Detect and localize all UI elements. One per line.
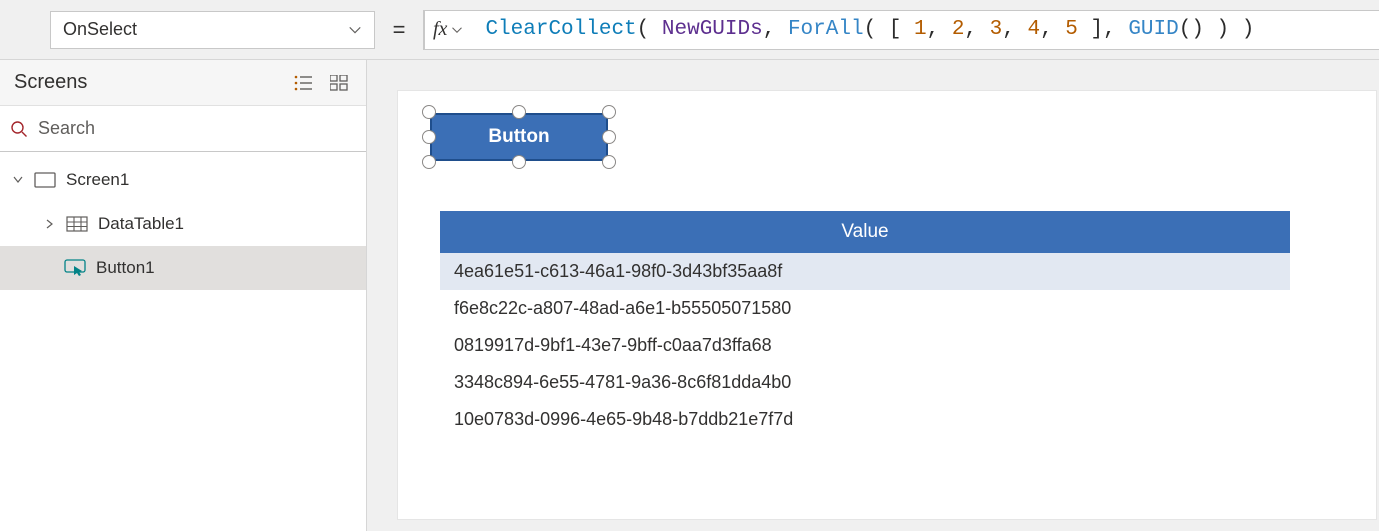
search-input[interactable] — [38, 118, 356, 139]
formula-token: ], — [1078, 18, 1128, 41]
formula-token: , — [1040, 18, 1065, 41]
chevron-down-icon — [451, 24, 463, 36]
resize-handle[interactable] — [602, 105, 616, 119]
tree-item-button1[interactable]: Button1 — [0, 246, 366, 290]
tree-list-view-icon[interactable] — [294, 75, 314, 91]
resize-handle[interactable] — [602, 155, 616, 169]
formula-token: , — [964, 18, 989, 41]
chevron-down-icon — [348, 23, 362, 37]
tree-view-panel: Screens — [0, 60, 367, 531]
resize-handle[interactable] — [602, 130, 616, 144]
formula-token: 3 — [990, 18, 1003, 41]
fx-label: fx — [433, 18, 447, 41]
property-dropdown-label: OnSelect — [63, 19, 137, 40]
table-row[interactable]: 10e0783d-0996-4e65-9b48-b7ddb21e7f7d — [440, 401, 1290, 438]
formula-editor[interactable]: fx ClearCollect( NewGUIDs, ForAll( [ 1, … — [423, 10, 1379, 50]
formula-token: , — [1002, 18, 1027, 41]
canvas-screen[interactable]: Button Value 4ea61e51-c613-46a1-98f0-3d4… — [397, 90, 1377, 520]
fx-button[interactable]: fx — [424, 11, 475, 49]
button-control[interactable]: Button — [430, 113, 608, 161]
button-icon — [64, 259, 86, 277]
formula-token: 5 — [1065, 18, 1078, 41]
formula-token: 4 — [1027, 18, 1040, 41]
equals-label: = — [389, 17, 409, 43]
datatable-icon — [66, 216, 88, 232]
formula-bar: OnSelect = fx ClearCollect( NewGUIDs, Fo… — [0, 0, 1379, 60]
resize-handle[interactable] — [512, 105, 526, 119]
data-table-control[interactable]: Value 4ea61e51-c613-46a1-98f0-3d43bf35aa… — [440, 211, 1290, 438]
tree-item-label: Screen1 — [66, 170, 129, 190]
tree-item-label: Button1 — [96, 258, 155, 278]
tree-view-header: Screens — [0, 60, 366, 106]
table-header[interactable]: Value — [440, 211, 1290, 253]
formula-token: , — [927, 18, 952, 41]
formula-token: GUID — [1128, 18, 1178, 41]
tree-item-label: DataTable1 — [98, 214, 184, 234]
thumbnail-view-icon[interactable] — [330, 75, 348, 91]
collapse-icon[interactable] — [12, 175, 24, 185]
formula-token: ClearCollect — [485, 18, 636, 41]
formula-token: ForAll — [788, 18, 864, 41]
resize-handle[interactable] — [512, 155, 526, 169]
formula-token: ( [ — [864, 18, 914, 41]
formula-token: ( — [637, 18, 662, 41]
formula-token: 2 — [952, 18, 965, 41]
tree-view-title: Screens — [14, 71, 87, 94]
formula-token: 1 — [914, 18, 927, 41]
resize-handle[interactable] — [422, 155, 436, 169]
table-row[interactable]: 3348c894-6e55-4781-9a36-8c6f81dda4b0 — [440, 364, 1290, 401]
selected-control-wrap[interactable]: Button — [430, 113, 608, 161]
formula-token: () ) ) — [1179, 18, 1255, 41]
formula-token: , — [763, 18, 788, 41]
screen-icon — [34, 172, 56, 188]
tree-item-screen1[interactable]: Screen1 — [0, 158, 366, 202]
property-dropdown[interactable]: OnSelect — [50, 11, 375, 49]
resize-handle[interactable] — [422, 105, 436, 119]
button-control-label: Button — [488, 126, 549, 148]
canvas-area: Button Value 4ea61e51-c613-46a1-98f0-3d4… — [367, 60, 1379, 531]
tree-item-datatable1[interactable]: DataTable1 — [0, 202, 366, 246]
resize-handle[interactable] — [422, 130, 436, 144]
expand-icon[interactable] — [44, 219, 56, 229]
search-icon — [10, 120, 28, 138]
tree: Screen1 DataTable1 — [0, 152, 366, 290]
formula-token: NewGUIDs — [662, 18, 763, 41]
tree-search-box[interactable] — [0, 106, 366, 152]
table-row[interactable]: f6e8c22c-a807-48ad-a6e1-b55505071580 — [440, 290, 1290, 327]
table-row[interactable]: 0819917d-9bf1-43e7-9bff-c0aa7d3ffa68 — [440, 327, 1290, 364]
table-row[interactable]: 4ea61e51-c613-46a1-98f0-3d43bf35aa8f — [440, 253, 1290, 290]
